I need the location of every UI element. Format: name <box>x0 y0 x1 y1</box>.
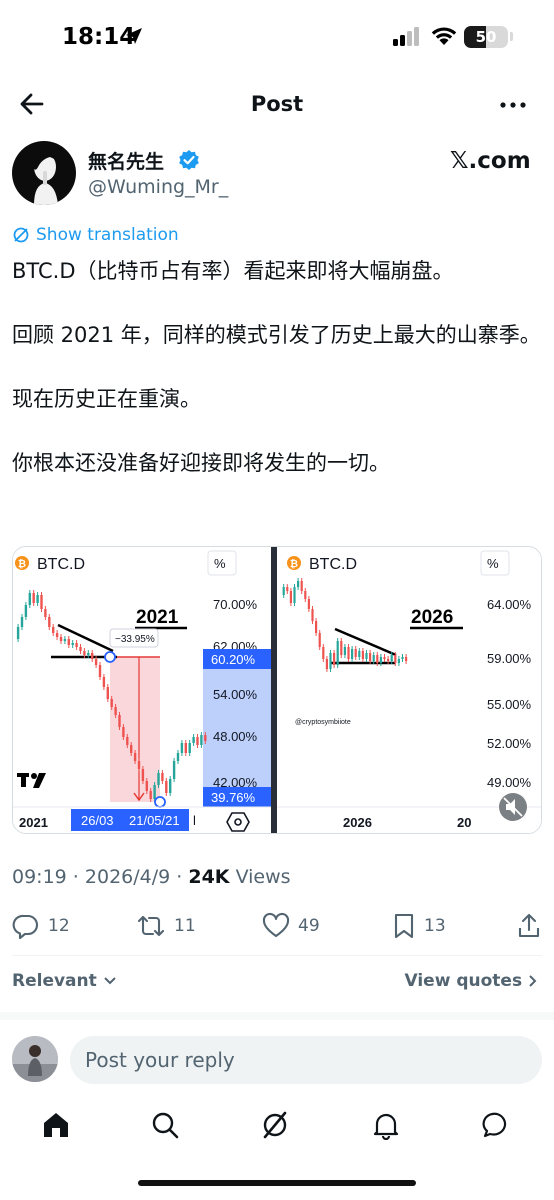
svg-text:2026: 2026 <box>343 815 372 830</box>
watermark: @cryptosymbiiote <box>295 719 351 726</box>
chevron-right-icon <box>529 975 537 987</box>
signal-icon <box>393 27 419 46</box>
left-year-label: 2021 <box>136 607 179 628</box>
more-options-icon[interactable] <box>498 92 528 118</box>
svg-text:59.00%: 59.00% <box>487 651 532 666</box>
tweet-paragraph: 现在历史正在重演。 <box>12 387 201 411</box>
right-year-label: 2026 <box>411 607 453 628</box>
post-date: 2026/4/9 <box>84 866 171 888</box>
source-label: 𝕏.com <box>450 148 531 174</box>
like-count: 49 <box>298 916 320 936</box>
chevron-down-icon <box>103 977 116 985</box>
bookmark-icon <box>394 913 414 939</box>
like-button[interactable]: 49 <box>262 908 320 944</box>
author-avatar[interactable] <box>12 141 76 205</box>
translate-icon <box>13 227 29 243</box>
repost-icon <box>137 915 165 937</box>
location-arrow-icon <box>126 28 142 44</box>
sort-relevant-dropdown[interactable]: Relevant <box>12 971 117 991</box>
divider <box>0 1012 554 1020</box>
show-translation-label: Show translation <box>36 225 179 245</box>
status-bar: 18:14 50 <box>0 0 554 76</box>
tweet-paragraph: 回顾 2021 年，同样的模式引发了历史上最大的山寨季。 <box>12 323 541 347</box>
views-count: 24K <box>188 866 230 888</box>
view-quotes-link[interactable]: View quotes <box>405 971 539 991</box>
right-unit: % <box>487 556 499 571</box>
left-price-high: 60.20% <box>211 652 256 667</box>
heart-icon <box>262 912 290 938</box>
right-symbol: BTC.D <box>309 556 357 573</box>
repost-button[interactable]: 11 <box>136 908 196 944</box>
action-bar: 12 11 49 13 <box>0 908 554 948</box>
author-name[interactable]: 無名先生 <box>88 147 164 174</box>
home-icon[interactable] <box>41 1110 71 1140</box>
tweet-paragraph: BTC.D（比特币占有率）看起来即将大幅崩盘。 <box>12 259 454 283</box>
svg-text:l: l <box>193 813 196 828</box>
tweet-paragraph: 你根本还没准备好迎接即将发生的一切。 <box>12 451 390 475</box>
share-icon <box>518 913 540 938</box>
post-meta: 09:19 · 2026/4/9 · 24K Views <box>12 866 291 888</box>
wifi-icon <box>431 27 457 45</box>
svg-text:64.00%: 64.00% <box>487 597 532 612</box>
svg-text:20: 20 <box>457 815 471 830</box>
left-pct-change: −33.95% <box>115 634 155 645</box>
page-title: Post <box>250 92 304 116</box>
svg-text:52.00%: 52.00% <box>487 736 532 751</box>
svg-text:26/03: 26/03 <box>81 813 114 828</box>
svg-text:₿: ₿ <box>18 558 26 570</box>
left-unit: % <box>214 556 226 571</box>
bookmark-count: 13 <box>424 916 446 936</box>
bookmark-button[interactable]: 13 <box>392 908 446 944</box>
repost-count: 11 <box>174 916 196 936</box>
battery-icon: 50 <box>464 26 508 48</box>
author-handle[interactable]: @Wuming_Mr_ <box>88 176 228 198</box>
divider <box>12 955 542 956</box>
share-button[interactable] <box>516 908 542 944</box>
reply-input[interactable]: Post your reply <box>70 1036 542 1084</box>
home-indicator <box>138 1180 416 1186</box>
svg-text:55.00%: 55.00% <box>487 697 532 712</box>
messages-icon[interactable] <box>482 1110 512 1140</box>
notifications-bell-icon[interactable] <box>371 1110 401 1140</box>
left-price-low: 39.76% <box>211 790 256 805</box>
reply-icon <box>12 914 39 940</box>
reply-count: 12 <box>48 916 70 936</box>
svg-text:2021: 2021 <box>19 815 48 830</box>
reply-button[interactable]: 12 <box>12 908 70 944</box>
tweet-image[interactable]: ₿ BTC.D % 2021 −33.95% 70.00% 62.00% 54.… <box>12 546 542 834</box>
bottom-tab-bar <box>0 1100 554 1156</box>
post-time: 09:19 <box>12 866 67 888</box>
show-translation-link[interactable]: Show translation <box>12 225 179 245</box>
svg-text:48.00%: 48.00% <box>213 729 258 744</box>
svg-text:70.00%: 70.00% <box>213 597 258 612</box>
grok-icon[interactable] <box>260 1110 290 1140</box>
user-avatar[interactable] <box>12 1036 58 1082</box>
svg-text:21/05/21: 21/05/21 <box>129 813 180 828</box>
svg-text:49.00%: 49.00% <box>487 775 532 790</box>
search-icon[interactable] <box>150 1110 180 1140</box>
svg-text:54.00%: 54.00% <box>213 687 258 702</box>
left-symbol: BTC.D <box>37 556 85 573</box>
svg-text:₿: ₿ <box>290 558 298 570</box>
verified-badge-icon <box>179 150 199 170</box>
tweet-body: BTC.D（比特币占有率）看起来即将大幅崩盘。 回顾 2021 年，同样的模式引… <box>12 255 542 479</box>
mute-icon[interactable] <box>499 793 527 821</box>
views-label: Views <box>235 866 291 888</box>
